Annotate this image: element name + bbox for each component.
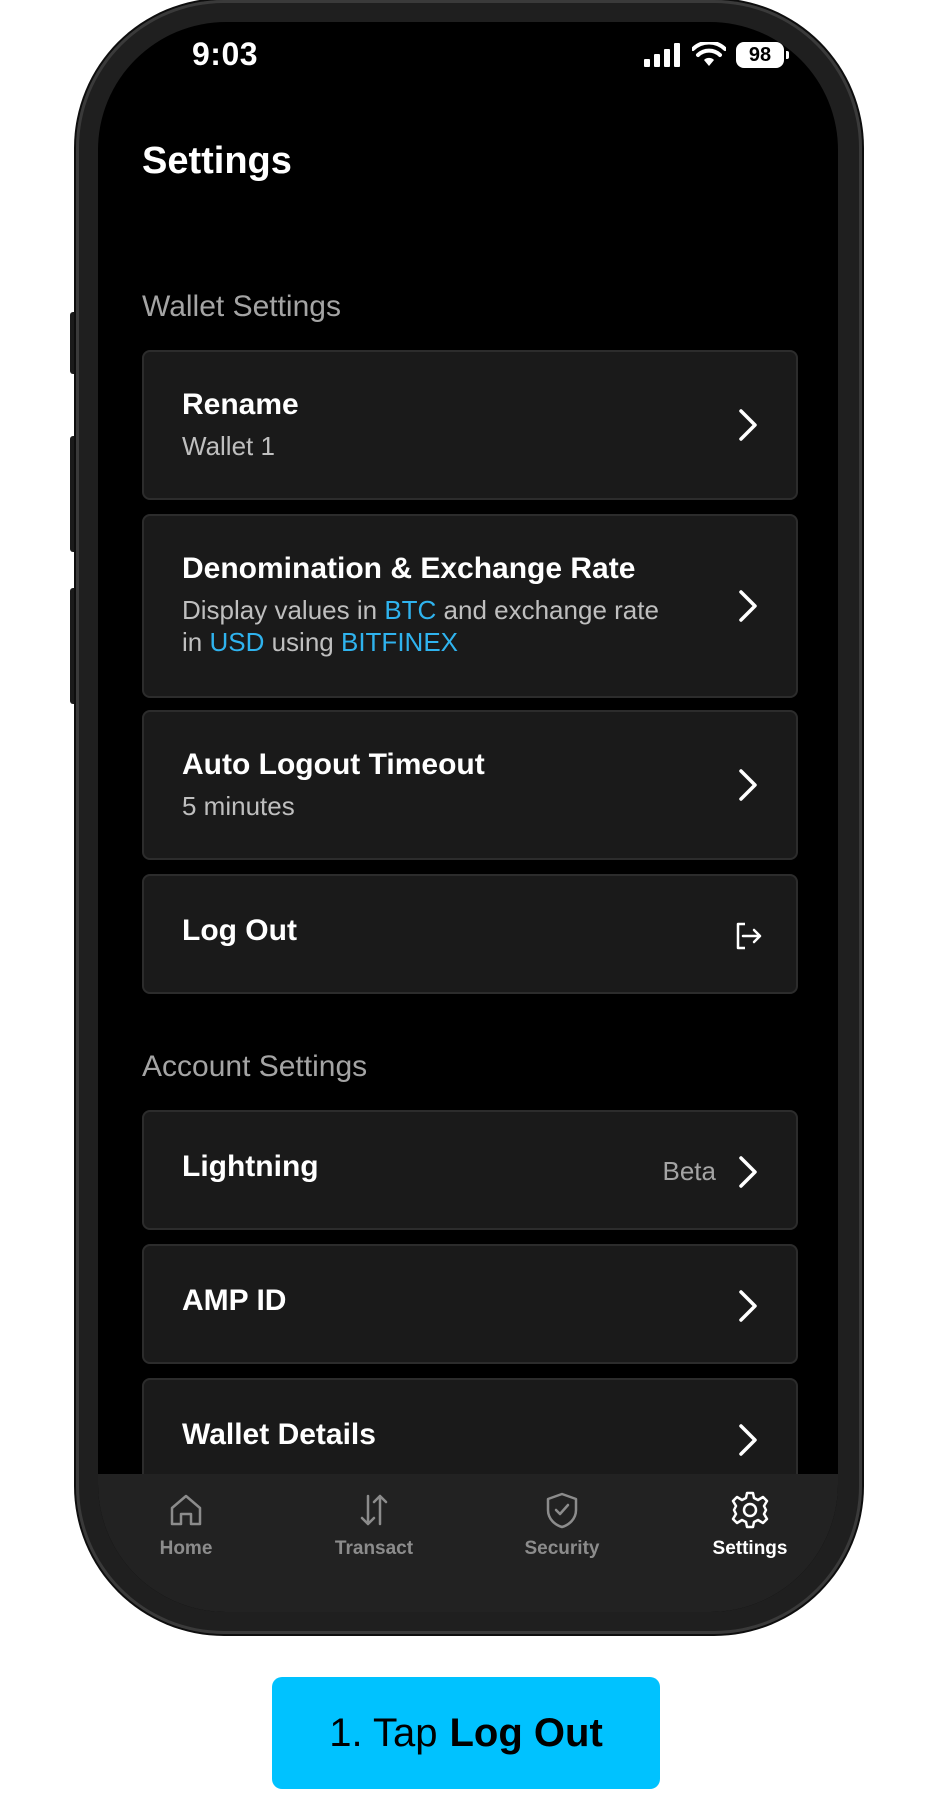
- transact-icon: [360, 1494, 388, 1526]
- battery-indicator: 98: [736, 42, 789, 68]
- status-bar: 9:03 98: [98, 22, 838, 102]
- rename-title: Rename: [182, 388, 299, 421]
- amp-id-row[interactable]: AMP ID: [142, 1244, 798, 1364]
- lightning-row[interactable]: Lightning Beta: [142, 1110, 798, 1230]
- chevron-right-icon: [739, 409, 757, 441]
- signal-icon: [644, 43, 680, 67]
- rename-row[interactable]: Rename Wallet 1: [142, 350, 798, 500]
- exchange-currency: USD: [209, 627, 265, 657]
- status-icons: 98: [644, 42, 789, 68]
- phone-screen: 9:03 98 Settings Wallet Settings Rename …: [98, 22, 838, 1612]
- denomination-description: Display values in BTC and exchange rate …: [182, 594, 659, 658]
- tab-settings[interactable]: Settings: [670, 1488, 830, 1560]
- tab-transact-label: Transact: [334, 1538, 414, 1559]
- auto-logout-row[interactable]: Auto Logout Timeout 5 minutes: [142, 710, 798, 860]
- gear-icon: [731, 1491, 769, 1529]
- denomination-unit: BTC: [384, 595, 437, 625]
- home-icon: [170, 1494, 202, 1526]
- tab-transact[interactable]: Transact: [294, 1488, 454, 1560]
- caption-step: 1. Tap: [329, 1710, 438, 1755]
- wallet-name: Wallet 1: [182, 431, 275, 461]
- caption-action: Log Out: [449, 1710, 603, 1755]
- chevron-right-icon: [739, 1424, 757, 1456]
- denomination-text-3: in: [182, 627, 210, 657]
- denomination-row[interactable]: Denomination & Exchange Rate Display val…: [142, 514, 798, 698]
- chevron-right-icon: [739, 769, 757, 801]
- page-title: Settings: [142, 140, 292, 182]
- chevron-right-icon: [739, 1156, 757, 1188]
- chevron-right-icon: [739, 1290, 757, 1322]
- exchange-source: BITFINEX: [340, 627, 458, 657]
- tab-settings-label: Settings: [712, 1538, 788, 1559]
- tab-security-label: Security: [524, 1538, 600, 1559]
- denomination-text-2: and exchange rate: [436, 595, 659, 625]
- beta-badge: Beta: [662, 1156, 717, 1186]
- wallet-settings-heading: Wallet Settings: [142, 290, 341, 323]
- lightning-title: Lightning: [182, 1150, 319, 1183]
- denomination-text-4: using: [264, 627, 341, 657]
- tab-security[interactable]: Security: [482, 1488, 642, 1560]
- tab-home[interactable]: Home: [106, 1488, 266, 1560]
- auto-logout-title: Auto Logout Timeout: [182, 748, 485, 781]
- amp-id-title: AMP ID: [182, 1284, 287, 1317]
- log-out-title: Log Out: [182, 914, 297, 947]
- wallet-details-title: Wallet Details: [182, 1418, 376, 1451]
- logout-icon: [736, 922, 762, 950]
- account-settings-heading: Account Settings: [142, 1050, 368, 1083]
- denomination-title: Denomination & Exchange Rate: [182, 552, 636, 585]
- chevron-right-icon: [739, 590, 757, 622]
- battery-level: 98: [748, 43, 772, 66]
- denomination-text-1: Display values in: [182, 595, 385, 625]
- tab-home-label: Home: [159, 1538, 213, 1559]
- wifi-icon: [692, 42, 726, 66]
- instruction-caption: 1. Tap Log Out: [272, 1677, 660, 1789]
- shield-icon: [546, 1492, 578, 1529]
- status-time: 9:03: [192, 36, 259, 72]
- log-out-row[interactable]: Log Out: [142, 874, 798, 994]
- auto-logout-value: 5 minutes: [182, 791, 295, 821]
- tab-bar: Home Transact Security Settings: [98, 1474, 838, 1612]
